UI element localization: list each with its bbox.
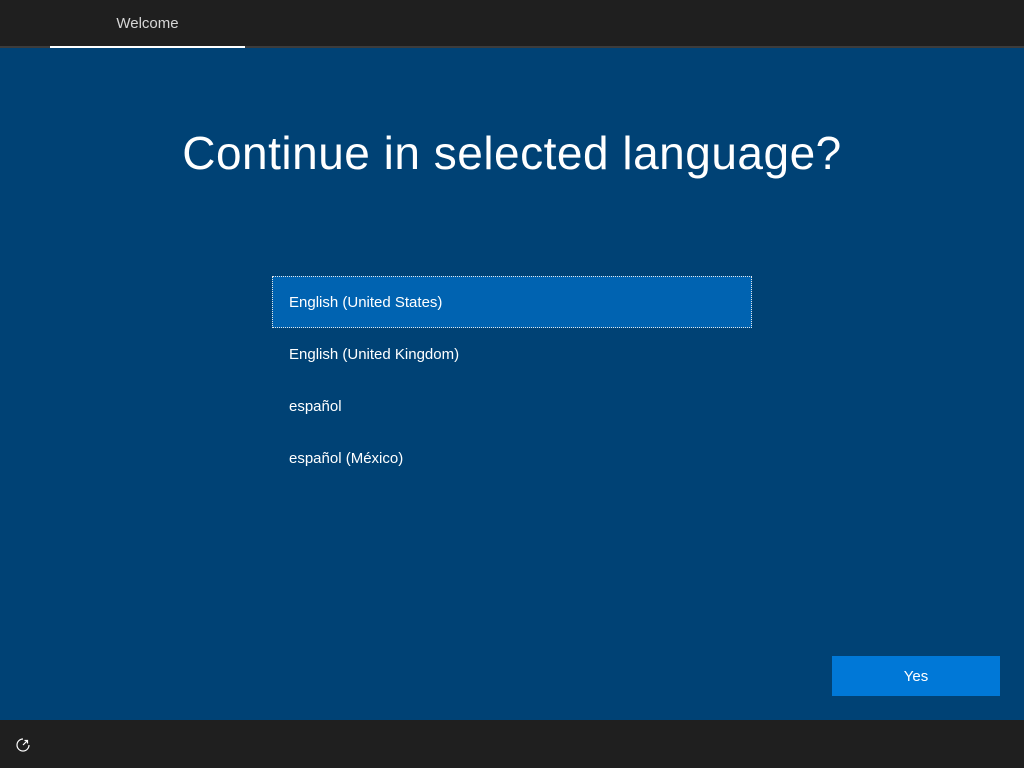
language-item-label: español bbox=[289, 397, 342, 415]
bottom-bar bbox=[0, 720, 1024, 768]
language-item-label: español (México) bbox=[289, 449, 404, 467]
page-title: Continue in selected language? bbox=[182, 127, 842, 179]
language-item-english-united-states[interactable]: English (United States) bbox=[272, 276, 752, 328]
yes-button[interactable]: Yes bbox=[832, 656, 1000, 696]
language-item-label: English (United States) bbox=[289, 293, 443, 311]
language-item-english-united-kingdom[interactable]: English (United Kingdom) bbox=[272, 328, 752, 380]
ease-of-access-icon[interactable] bbox=[12, 734, 34, 756]
tab-welcome: Welcome bbox=[50, 0, 245, 48]
top-bar: Welcome bbox=[0, 0, 1024, 48]
language-item-label: English (United Kingdom) bbox=[289, 345, 460, 363]
language-list: English (United States) English (United … bbox=[272, 276, 752, 484]
main-panel: Continue in selected language? English (… bbox=[0, 48, 1024, 720]
language-item-espanol[interactable]: español bbox=[272, 380, 752, 432]
language-item-espanol-mexico[interactable]: español (México) bbox=[272, 432, 752, 484]
